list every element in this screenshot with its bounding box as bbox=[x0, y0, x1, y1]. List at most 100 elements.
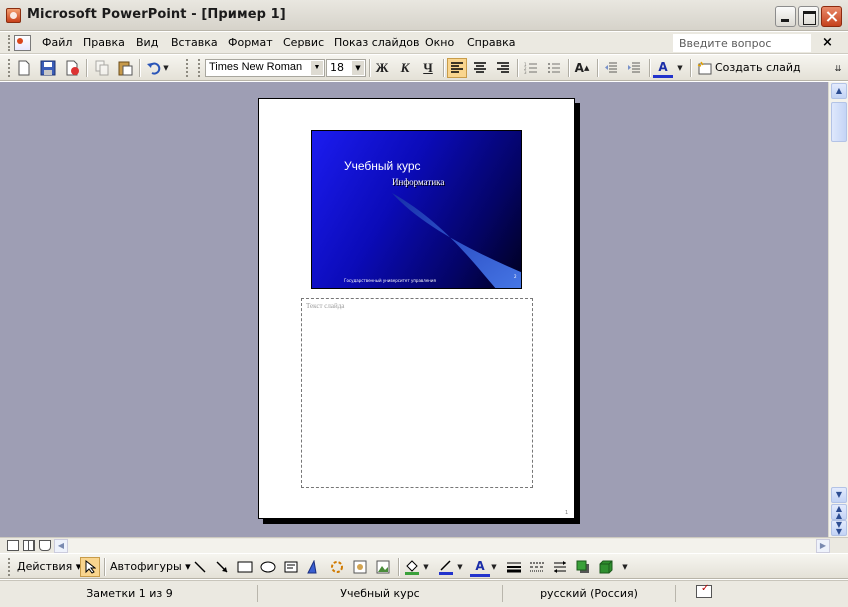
italic-button[interactable]: К bbox=[395, 58, 415, 78]
increase-indent-icon[interactable] bbox=[624, 58, 644, 78]
menu-file[interactable]: Файл bbox=[42, 36, 72, 49]
scroll-thumb[interactable] bbox=[831, 102, 847, 142]
normal-view-icon[interactable] bbox=[7, 540, 19, 551]
font-name-value: Times New Roman bbox=[209, 61, 303, 73]
document-icon[interactable] bbox=[14, 35, 31, 51]
toolbar-options-icon[interactable]: ⇊ bbox=[831, 58, 845, 78]
copy-icon[interactable] bbox=[92, 58, 112, 78]
menu-help[interactable]: Справка bbox=[467, 36, 515, 49]
status-design-name: Учебный курс bbox=[258, 585, 503, 602]
next-slide-icon[interactable]: ▼ ▼ bbox=[831, 520, 847, 536]
menu-insert[interactable]: Вставка bbox=[171, 36, 218, 49]
toolbar-grip-2[interactable] bbox=[186, 59, 189, 77]
scroll-down-icon[interactable]: ▼ bbox=[831, 487, 847, 503]
autoshapes-menu[interactable]: Автофигуры ▾ bbox=[110, 560, 191, 573]
close-document-icon[interactable]: × bbox=[822, 35, 833, 50]
menu-bar: Файл Правка Вид Вставка Формат Сервис По… bbox=[0, 32, 848, 54]
underline-button[interactable]: Ч bbox=[418, 58, 438, 78]
notes-text-placeholder[interactable]: Текст слайда bbox=[301, 298, 533, 488]
page-number: 1 bbox=[565, 510, 569, 516]
slideshow-view-icon[interactable] bbox=[39, 540, 51, 551]
menu-view[interactable]: Вид bbox=[136, 36, 158, 49]
new-document-icon[interactable] bbox=[14, 58, 34, 78]
oval-icon[interactable] bbox=[258, 557, 278, 577]
align-right-icon[interactable] bbox=[493, 58, 513, 78]
menu-edit[interactable]: Правка bbox=[83, 36, 125, 49]
actions-menu[interactable]: Действия ▾ bbox=[17, 560, 81, 573]
align-left-icon[interactable] bbox=[447, 58, 467, 78]
font-color-icon[interactable]: A bbox=[653, 58, 673, 78]
scroll-right-icon[interactable]: ▶ bbox=[816, 539, 830, 553]
help-search-input[interactable]: Введите вопрос bbox=[673, 34, 811, 52]
dash-style-icon[interactable] bbox=[527, 557, 547, 577]
arrow-style-icon[interactable] bbox=[550, 557, 570, 577]
diagram-icon[interactable] bbox=[327, 557, 347, 577]
drawbar-grip[interactable] bbox=[8, 558, 11, 576]
toolbar-grip[interactable] bbox=[8, 59, 11, 77]
menu-slideshow[interactable]: Показ слайдов bbox=[334, 36, 420, 49]
drawbar-options-icon[interactable]: ▼ bbox=[620, 557, 630, 577]
new-slide-icon[interactable] bbox=[695, 58, 715, 78]
fill-color-icon[interactable] bbox=[402, 557, 422, 577]
permission-icon[interactable] bbox=[62, 58, 82, 78]
shadow-style-icon[interactable] bbox=[573, 557, 593, 577]
powerpoint-app-icon[interactable] bbox=[6, 8, 21, 23]
rectangle-icon[interactable] bbox=[235, 557, 255, 577]
numbered-list-icon[interactable]: 123 bbox=[521, 58, 541, 78]
format-toolbar-grip[interactable] bbox=[198, 59, 201, 77]
slide-sorter-view-icon[interactable] bbox=[23, 540, 35, 551]
menu-format[interactable]: Формат bbox=[228, 36, 273, 49]
size-dropdown-icon[interactable]: ▼ bbox=[352, 61, 364, 75]
slide-subtitle: Информатика bbox=[392, 177, 445, 187]
line-icon[interactable] bbox=[190, 557, 210, 577]
bold-button[interactable]: Ж bbox=[372, 58, 392, 78]
line-color-icon[interactable] bbox=[436, 557, 456, 577]
undo-dropdown-icon[interactable]: ▼ bbox=[160, 58, 172, 78]
font-color-dropdown-icon[interactable]: ▼ bbox=[674, 58, 686, 78]
scroll-up-icon[interactable]: ▲ bbox=[831, 83, 847, 99]
arrow-icon[interactable] bbox=[212, 557, 232, 577]
vertical-scrollbar[interactable]: ▲ ▼ ▲ ▲ ▼ ▼ bbox=[828, 82, 848, 537]
bullet-list-icon[interactable] bbox=[544, 58, 564, 78]
line-color-dropdown-icon[interactable]: ▼ bbox=[455, 557, 465, 577]
actions-label: Действия bbox=[17, 560, 73, 573]
save-icon[interactable] bbox=[38, 58, 58, 78]
clipart-icon[interactable] bbox=[350, 557, 370, 577]
font-size-select[interactable]: 18 ▼ bbox=[326, 59, 366, 77]
slide-footer: Государственный университет управления bbox=[344, 278, 436, 283]
increase-font-icon[interactable]: A ▲ bbox=[572, 58, 592, 78]
spellcheck-icon[interactable] bbox=[696, 583, 712, 598]
wordart-icon[interactable] bbox=[304, 557, 324, 577]
standard-toolbar: ▼ Times New Roman ▼ 18 ▼ Ж К Ч 123 A ▲ A … bbox=[0, 55, 848, 81]
svg-text:3: 3 bbox=[524, 70, 527, 74]
horizontal-scrollbar[interactable]: ◀ ▶ bbox=[54, 539, 830, 553]
slide-title: Учебный курс bbox=[344, 159, 421, 173]
draw-font-color-icon[interactable]: A bbox=[470, 557, 490, 577]
status-language: русский (Россия) bbox=[503, 585, 676, 602]
menu-tools[interactable]: Сервис bbox=[283, 36, 324, 49]
align-center-icon[interactable] bbox=[470, 58, 490, 78]
decrease-indent-icon[interactable] bbox=[601, 58, 621, 78]
view-bar: ◀ ▶ bbox=[0, 537, 848, 553]
draw-font-color-dropdown-icon[interactable]: ▼ bbox=[489, 557, 499, 577]
previous-slide-icon[interactable]: ▲ ▲ bbox=[831, 504, 847, 520]
menubar-grip[interactable] bbox=[8, 35, 11, 51]
maximize-button[interactable] bbox=[798, 6, 819, 27]
slide-thumbnail[interactable]: Учебный курс Информатика Государственный… bbox=[311, 130, 522, 289]
scroll-left-icon[interactable]: ◀ bbox=[54, 539, 68, 553]
notes-page: Учебный курс Информатика Государственный… bbox=[258, 98, 575, 519]
select-pointer-icon[interactable] bbox=[80, 557, 100, 577]
3d-style-icon[interactable] bbox=[596, 557, 616, 577]
font-name-select[interactable]: Times New Roman ▼ bbox=[205, 59, 325, 77]
font-dropdown-icon[interactable]: ▼ bbox=[311, 61, 323, 75]
minimize-button[interactable] bbox=[775, 6, 796, 27]
paste-icon[interactable] bbox=[115, 58, 135, 78]
textbox-icon[interactable] bbox=[281, 557, 301, 577]
line-style-icon[interactable] bbox=[504, 557, 524, 577]
fill-color-dropdown-icon[interactable]: ▼ bbox=[421, 557, 431, 577]
drawing-toolbar: Действия ▾ Автофигуры ▾ ▼ ▼ A ▼ ▼ bbox=[0, 553, 848, 579]
insert-picture-icon[interactable] bbox=[373, 557, 393, 577]
new-slide-button[interactable]: Создать слайд bbox=[715, 61, 801, 74]
menu-window[interactable]: Окно bbox=[425, 36, 454, 49]
close-button[interactable] bbox=[821, 6, 842, 27]
